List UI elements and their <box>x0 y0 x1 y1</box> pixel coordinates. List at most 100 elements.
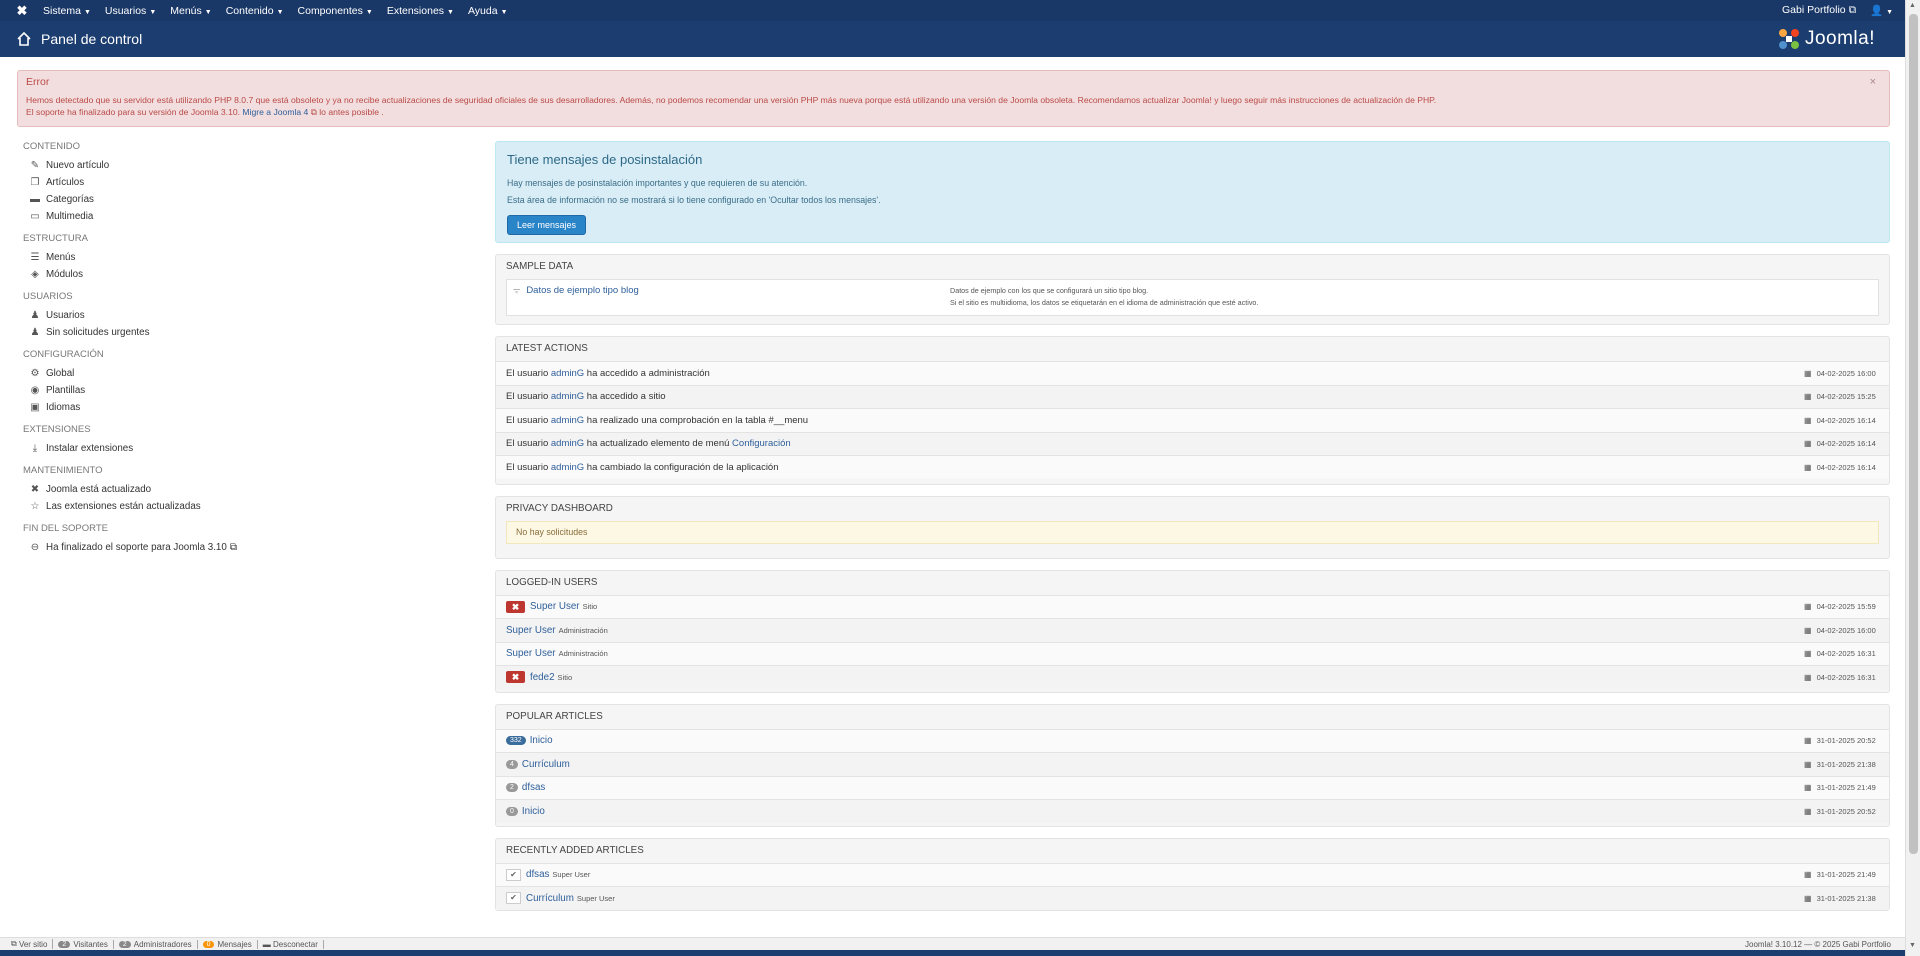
action-prefix: El usuario <box>506 391 549 403</box>
sidebar-item[interactable]: ❐ Artículos <box>23 174 443 191</box>
sidebar-item[interactable]: ✖ Joomla está actualizado <box>23 481 443 498</box>
menu-menus[interactable]: Menús ▼ <box>163 5 218 17</box>
action-user-link[interactable]: adminG <box>551 462 584 473</box>
sidebar-section: MANTENIMIENTO ✖ Joomla está actualizado ☆ La… <box>23 465 443 515</box>
sample-data-link[interactable]: Datos de ejemplo tipo blog <box>526 285 639 296</box>
sidebar-item-label: Artículos <box>46 177 85 188</box>
sidebar-heading: USUARIOS <box>23 291 73 302</box>
sidebar-item[interactable]: ☆ Las extensiones están actualizadas <box>23 498 443 515</box>
sidebar-item-label: Multimedia <box>46 211 94 222</box>
scroll-down-icon[interactable]: ▼ <box>1909 942 1916 949</box>
messages-link[interactable]: 0 Mensajes <box>198 939 258 949</box>
site-link[interactable]: Gabi Portfolio ⧉ <box>1782 4 1856 17</box>
logout-user-button[interactable]: ✖ <box>506 671 525 684</box>
migrate-link[interactable]: Migre a Joomla 4 <box>242 107 308 117</box>
list-icon: ☰ <box>30 252 40 263</box>
sidebar-item[interactable]: ♟ Usuarios <box>23 307 443 324</box>
sidebar-section: CONTENIDO ✎ Nuevo artículo ❐ Artículos ▬ Categ… <box>23 141 443 225</box>
sidebar-item-label: Joomla está actualizado <box>46 484 152 495</box>
sidebar-heading: FIN DEL SOPORTE <box>23 523 108 534</box>
user-menu[interactable]: 👤 ▼ <box>1870 4 1893 17</box>
visitors-link[interactable]: 2 Visitantes <box>53 939 114 949</box>
sidebar-item[interactable]: ♟ Sin solicitudes urgentes <box>23 324 443 341</box>
sample-data-module: SAMPLE DATA ᯤ Datos de ejemplo tipo blog… <box>495 254 1890 325</box>
action-text: ha cambiado la configuración de la aplic… <box>586 461 779 473</box>
user-name-link[interactable]: fede2 <box>530 672 555 683</box>
menu-sistema[interactable]: Sistema ▼ <box>36 5 98 17</box>
action-prefix: El usuario <box>506 367 549 379</box>
user-name-link[interactable]: Super User <box>506 625 556 636</box>
menu-ayuda[interactable]: Ayuda ▼ <box>461 5 515 17</box>
logout-user-button[interactable]: ✖ <box>506 600 525 613</box>
read-messages-button[interactable]: Leer mensajes <box>507 215 587 235</box>
recent-article-row: ✔ Currículum Super User ▦ 31-01-2025 21:3… <box>496 886 1889 910</box>
article-link[interactable]: dfsas <box>526 869 549 880</box>
scroll-up-icon[interactable]: ▲ <box>1909 2 1916 9</box>
sidebar-item-label: Idiomas <box>46 402 81 413</box>
popular-article-row: 0 Inicio ▦ 31-01-2025 20:52 <box>496 799 1889 823</box>
joomla-logo-icon[interactable]: ✖ <box>8 0 36 21</box>
logout-link[interactable]: ▬ Desconectar <box>258 939 324 949</box>
action-user-link[interactable]: adminG <box>551 391 584 402</box>
main-content: Tiene mensajes de posinstalación Hay men… <box>495 141 1890 922</box>
sidebar-item[interactable]: ▭ Multimedia <box>23 208 443 225</box>
calendar-icon: ▦ <box>1804 870 1812 880</box>
sidebar-item[interactable]: ☰ Menús <box>23 249 443 266</box>
logged-user-row: Super User Administración ▦ 04-02-2025 16… <box>496 641 1889 665</box>
menu-contenido[interactable]: Contenido ▼ <box>219 5 291 17</box>
calendar-icon: ▦ <box>1804 415 1812 425</box>
article-link[interactable]: dfsas <box>522 782 545 793</box>
article-link[interactable]: Currículum <box>526 893 574 904</box>
article-link[interactable]: Inicio <box>522 806 545 817</box>
menu-componentes[interactable]: Componentes ▼ <box>291 5 380 17</box>
copyright: Joomla! 3.10.12 — © 2025 Gabi Portfolio <box>1745 939 1891 949</box>
latest-actions-module: LATEST ACTIONS El usuario adminG ha acce… <box>495 336 1890 485</box>
alert-support-tail: lo antes posible . <box>319 107 384 117</box>
sidebar-item[interactable]: ◉ Plantillas <box>23 382 443 399</box>
date-cell: ▦ 31-01-2025 21:49 <box>1804 783 1876 793</box>
action-prefix: El usuario <box>506 438 549 450</box>
menu-extensiones[interactable]: Extensiones ▼ <box>380 5 461 17</box>
copy-icon: ❐ <box>30 177 40 188</box>
sidebar-item[interactable]: ✎ Nuevo artículo <box>23 157 443 174</box>
minus-icon: ▬ <box>262 939 273 949</box>
menu-usuarios[interactable]: Usuarios ▼ <box>98 5 163 17</box>
calendar-icon: ▦ <box>1804 893 1812 903</box>
article-link[interactable]: Inicio <box>530 735 553 746</box>
action-item-link[interactable]: Configuración <box>732 438 791 449</box>
sidebar-item[interactable]: ▣ Idiomas <box>23 399 443 416</box>
scrollbar[interactable]: ▲ ▼ <box>1905 0 1920 956</box>
sidebar-item-label: Las extensiones están actualizadas <box>46 501 201 512</box>
date-cell: ▦ 04-02-2025 16:00 <box>1804 368 1876 378</box>
article-link[interactable]: Currículum <box>522 759 570 770</box>
calendar-icon: ▦ <box>1804 736 1812 746</box>
action-user-link[interactable]: adminG <box>551 438 584 449</box>
sidebar-item-label: Ha finalizado el soporte para Joomla 3.1… <box>46 542 227 553</box>
sidebar-item[interactable]: ⤓ Instalar extensiones <box>23 440 443 457</box>
date-cell: ▦ 04-02-2025 15:59 <box>1804 602 1876 612</box>
sidebar-item[interactable]: ◈ Módulos <box>23 266 443 283</box>
view-site-link[interactable]: ⧉ Ver sitio <box>6 939 54 949</box>
sidebar-item[interactable]: ⊖ Ha finalizado el soporte para Joomla 3.… <box>23 539 443 556</box>
visitors-count-badge: 2 <box>58 940 71 948</box>
user-name-link[interactable]: Super User <box>530 601 580 612</box>
admins-link[interactable]: 2 Administradores <box>114 939 198 949</box>
scrollbar-thumb[interactable] <box>1909 14 1918 854</box>
calendar-icon: ▦ <box>1804 462 1812 472</box>
user-name-link[interactable]: Super User <box>506 648 556 659</box>
gear-icon: ⚙ <box>30 368 40 379</box>
sidebar-item[interactable]: ▬ Categorías <box>23 191 443 208</box>
sidebar-item[interactable]: ⚙ Global <box>23 365 443 382</box>
page-title: Panel de control <box>41 31 143 47</box>
close-icon[interactable]: × <box>1870 76 1876 88</box>
sidebar-heading: ESTRUCTURA <box>23 233 88 244</box>
privacy-dashboard-module: PRIVACY DASHBOARD No hay solicitudes <box>495 495 1890 559</box>
folder-icon: ▬ <box>30 194 40 205</box>
user-icon: 👤 <box>1870 5 1884 17</box>
action-user-link[interactable]: adminG <box>551 415 584 426</box>
home-icon <box>17 31 31 46</box>
action-user-link[interactable]: adminG <box>551 368 584 379</box>
date-cell: ▦ 04-02-2025 16:14 <box>1804 439 1876 449</box>
sidebar-item-label: Global <box>46 368 75 379</box>
sidebar-item-label: Categorías <box>46 194 94 205</box>
